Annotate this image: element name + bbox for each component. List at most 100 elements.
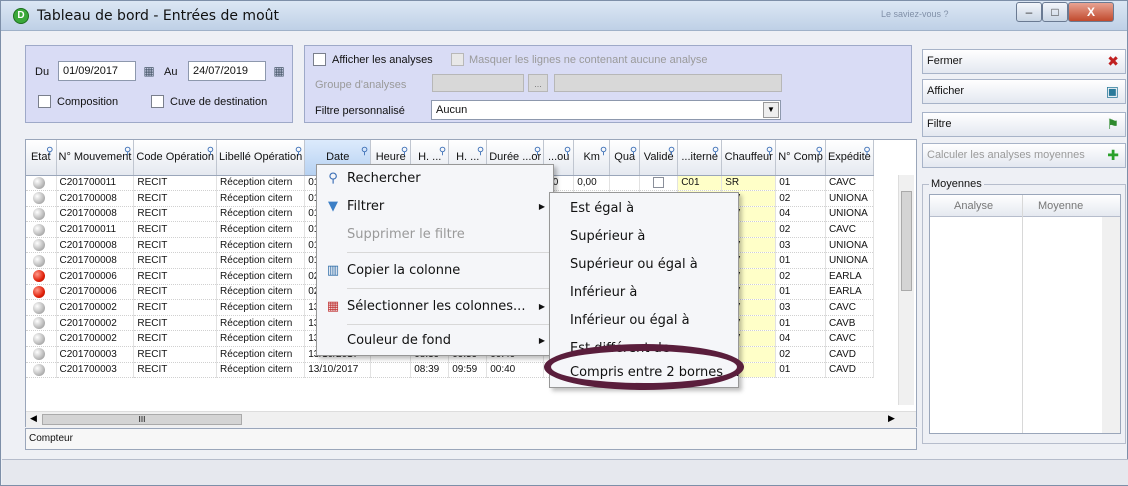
menu-item-couleur-fond[interactable]: Couleur de fond ▶ xyxy=(317,327,553,355)
cell-lib: Réception citern xyxy=(216,252,306,270)
tip-link[interactable]: Le saviez-vous ? xyxy=(881,9,949,19)
column-header[interactable]: ...iterne ⚲ xyxy=(677,140,723,176)
au-label: Au xyxy=(164,66,178,78)
column-search-icon[interactable]: ⚲ xyxy=(401,146,408,158)
filtre-perso-label: Filtre personnalisé xyxy=(315,105,405,117)
scroll-left-arrow-icon[interactable]: ◀ xyxy=(30,413,37,424)
menu-item-selectionner-colonnes[interactable]: ▦ Sélectionner les colonnes... ▶ xyxy=(317,293,553,321)
cell-lib: Réception citern xyxy=(216,237,306,254)
cuve-label: Cuve de destination xyxy=(170,96,268,108)
minimize-button[interactable]: – xyxy=(1016,2,1042,22)
cell-h3: 09:59 xyxy=(448,362,488,379)
calendar-icon[interactable]: ▦ xyxy=(140,63,158,79)
column-search-icon[interactable]: ⚲ xyxy=(863,146,870,158)
column-header[interactable]: Expédite ⚲ xyxy=(825,140,874,176)
maximize-button[interactable]: □ xyxy=(1042,2,1068,22)
column-search-icon[interactable]: ⚲ xyxy=(630,146,637,158)
menu-item-rechercher[interactable]: ⚲ Rechercher xyxy=(317,165,553,193)
moyennes-scrollbar[interactable] xyxy=(1102,217,1120,433)
masquer-lignes-checkbox[interactable] xyxy=(451,53,464,66)
column-search-icon[interactable]: ⚲ xyxy=(477,146,484,158)
column-search-icon[interactable]: ⚲ xyxy=(600,146,607,158)
afficher-button[interactable]: Afficher ▣ xyxy=(922,79,1126,104)
fermer-button[interactable]: Fermer ✖ xyxy=(922,49,1126,74)
h-scroll-thumb[interactable]: III xyxy=(42,414,242,425)
column-header[interactable]: Chauffeur ⚲ xyxy=(721,140,777,176)
column-search-icon[interactable]: ⚲ xyxy=(668,146,675,158)
column-search-icon[interactable]: ⚲ xyxy=(207,146,214,158)
grey-status-icon xyxy=(33,348,45,361)
cell-num: C201700003 xyxy=(56,346,135,363)
submenu-item-inferieur-egal[interactable]: Inférieur ou égal à xyxy=(550,307,738,335)
filtre-label: Filtre xyxy=(927,118,952,130)
column-search-icon[interactable]: ⚲ xyxy=(766,146,773,158)
submenu-item-egal[interactable]: Est égal à xyxy=(550,195,738,223)
cell-num: C201700006 xyxy=(56,284,135,301)
menu-item-copier-colonne[interactable]: ▥ Copier la colonne xyxy=(317,257,553,285)
menu-item-filtrer[interactable]: ▼ Filtrer ▶ xyxy=(317,193,553,221)
column-divider xyxy=(1022,195,1023,433)
date-from-field[interactable]: 01/09/2017 xyxy=(58,61,136,81)
filtre-button[interactable]: Filtre ⚑ xyxy=(922,112,1126,137)
groupe-name-field[interactable] xyxy=(554,74,782,92)
status-cell xyxy=(26,362,57,379)
cell-num: C201700006 xyxy=(56,268,135,285)
column-header[interactable]: Code Opération ⚲ xyxy=(133,140,218,176)
column-search-icon[interactable]: ⚲ xyxy=(295,146,302,158)
column-search-icon[interactable]: ⚲ xyxy=(534,146,541,158)
scroll-thumb[interactable] xyxy=(901,191,912,291)
cell-num: C201700008 xyxy=(56,190,135,207)
cell-comp: 02 xyxy=(775,268,826,285)
column-search-icon[interactable]: ⚲ xyxy=(46,146,53,158)
status-cell xyxy=(26,252,57,270)
column-search-icon[interactable]: ⚲ xyxy=(439,146,446,158)
calculer-moyennes-button[interactable]: Calculer les analyses moyennes ✚ xyxy=(922,143,1126,168)
scroll-right-arrow-icon[interactable]: ▶ xyxy=(888,413,895,424)
column-header[interactable]: Qua ⚲ xyxy=(609,140,641,176)
groupe-code-field[interactable] xyxy=(432,74,524,92)
column-header[interactable]: Libellé Opération ⚲ xyxy=(216,140,306,176)
cell-exp: EARLA xyxy=(825,284,874,301)
submenu-item-inferieur[interactable]: Inférieur à xyxy=(550,279,738,307)
column-header[interactable]: Validé ⚲ xyxy=(639,140,679,176)
dropdown-arrow-icon[interactable]: ▼ xyxy=(763,102,779,118)
grid-horizontal-scrollbar[interactable]: ◀ III ▶ xyxy=(26,411,916,427)
submenu-item-superieur-egal[interactable]: Supérieur ou égal à xyxy=(550,251,738,279)
calendar-icon[interactable]: ▦ xyxy=(270,63,288,79)
cell-lib: Réception citern xyxy=(216,221,306,238)
composition-checkbox[interactable] xyxy=(38,95,51,108)
col-analyse-header[interactable]: Analyse xyxy=(954,200,993,212)
filtre-perso-select[interactable]: Aucun xyxy=(431,100,781,120)
moyennes-legend: Moyennes xyxy=(929,178,984,190)
status-cell xyxy=(26,175,57,192)
valide-checkbox[interactable] xyxy=(653,177,665,189)
groupe-browse-button[interactable]: ... xyxy=(528,74,548,92)
cell-exp: UNIONA xyxy=(825,252,874,270)
grid-vertical-scrollbar[interactable] xyxy=(898,175,914,405)
column-search-icon[interactable]: ⚲ xyxy=(124,146,131,158)
date-to-field[interactable]: 24/07/2019 xyxy=(188,61,266,81)
afficher-analyses-checkbox[interactable] xyxy=(313,53,326,66)
cell-code: RECIT xyxy=(133,330,218,348)
cell-num: C201700008 xyxy=(56,237,135,254)
cell-lib: Réception citern xyxy=(216,190,306,207)
column-header[interactable]: Km ⚲ xyxy=(573,140,611,176)
column-search-icon[interactable]: ⚲ xyxy=(564,146,571,158)
column-search-icon[interactable]: ⚲ xyxy=(816,146,823,158)
menu-separator xyxy=(347,252,551,253)
menu-item-supprimer-filtre[interactable]: Supprimer le filtre xyxy=(317,221,553,249)
close-window-button[interactable]: X xyxy=(1068,2,1114,22)
cell-code: RECIT xyxy=(133,175,218,192)
cell-lib: Réception citern xyxy=(216,206,306,223)
column-header[interactable]: N° Mouvement ⚲ xyxy=(56,140,135,176)
cell-exp: UNIONA xyxy=(825,206,874,223)
column-header[interactable]: N° Comp ⚲ xyxy=(775,140,826,176)
col-moyenne-header[interactable]: Moyenne xyxy=(1038,200,1083,212)
column-header[interactable]: Etat ⚲ xyxy=(26,140,57,176)
submenu-item-superieur[interactable]: Supérieur à xyxy=(550,223,738,251)
table-row[interactable]: C201700003RECITRéception citern13/10/201… xyxy=(26,362,874,379)
cell-num: C201700008 xyxy=(56,252,135,270)
column-search-icon[interactable]: ⚲ xyxy=(712,146,719,158)
column-search-icon[interactable]: ⚲ xyxy=(361,146,368,158)
cuve-checkbox[interactable] xyxy=(151,95,164,108)
